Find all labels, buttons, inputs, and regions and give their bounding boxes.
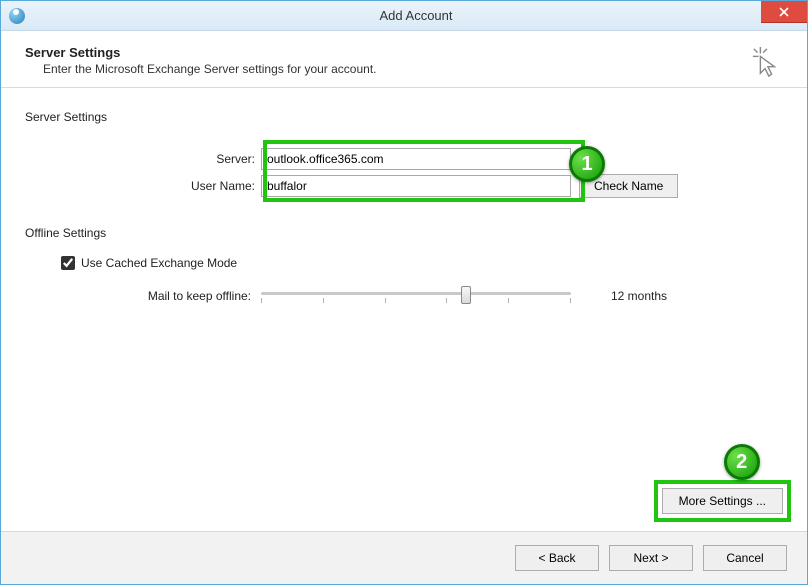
mail-offline-value: 12 months [611,289,667,303]
app-icon [9,8,25,24]
content-area: Server Settings Enter the Microsoft Exch… [1,31,807,308]
cached-mode-label: Use Cached Exchange Mode [81,256,237,270]
window-title: Add Account [25,8,807,23]
page-title: Server Settings [25,45,751,60]
back-button[interactable]: < Back [515,545,599,571]
page-subtitle: Enter the Microsoft Exchange Server sett… [43,62,751,76]
username-input[interactable] [261,175,571,197]
section-offline-settings: Offline Settings [25,226,783,240]
close-button[interactable] [761,1,807,23]
check-name-button[interactable]: Check Name [579,174,678,198]
annotation-badge-2: 2 [724,444,760,480]
section-server-settings: Server Settings [25,110,783,124]
cursor-wizard-icon [751,45,781,79]
cached-mode-row[interactable]: Use Cached Exchange Mode [61,256,783,270]
footer: < Back Next > Cancel [1,532,807,584]
titlebar: Add Account [1,1,807,31]
server-label: Server: [65,152,261,166]
slider-thumb[interactable] [461,286,471,304]
divider [1,87,807,88]
mail-offline-slider[interactable] [261,284,571,308]
server-input[interactable] [261,148,571,170]
close-icon [779,7,789,17]
mail-offline-label: Mail to keep offline: [25,289,261,303]
cancel-button[interactable]: Cancel [703,545,787,571]
next-button[interactable]: Next > [609,545,693,571]
more-settings-button[interactable]: More Settings ... [662,488,783,514]
username-label: User Name: [65,179,261,193]
cached-mode-checkbox[interactable] [61,256,75,270]
